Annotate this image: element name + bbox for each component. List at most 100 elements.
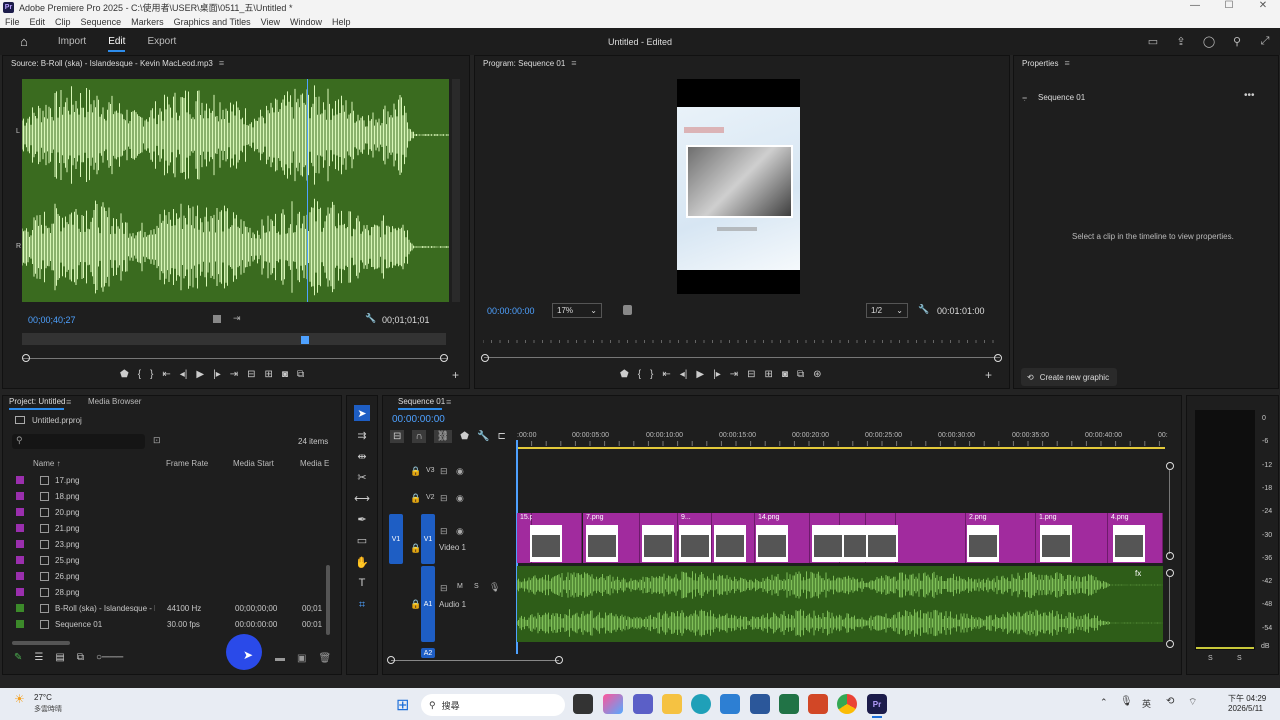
project-search-input[interactable] [12, 434, 145, 449]
step-forward-icon[interactable]: |▸ [713, 369, 721, 380]
task-view-icon[interactable] [573, 694, 593, 714]
properties-title[interactable]: Properties [1022, 59, 1058, 68]
ime-mode-icon[interactable]: ⟲ [1166, 696, 1174, 707]
panel-menu-icon[interactable]: ≡ [446, 397, 451, 407]
label-color-swatch[interactable] [16, 508, 24, 516]
compare-icon[interactable]: ⧉ [797, 369, 804, 380]
premiere-taskbar-icon[interactable]: Pr [867, 694, 887, 714]
label-color-swatch[interactable] [16, 476, 24, 484]
weather-temp[interactable]: 27°C [34, 693, 52, 702]
step-forward-icon[interactable]: |▸ [213, 369, 221, 380]
step-back-icon[interactable]: ◂| [680, 369, 688, 380]
windows-start-icon[interactable]: ⊞ [396, 695, 409, 715]
eye-icon[interactable]: ◉ [456, 466, 464, 477]
eye-icon[interactable]: ◉ [456, 526, 464, 537]
zoom-handle-right[interactable] [994, 354, 1002, 362]
tab-edit[interactable]: Edit [108, 36, 126, 52]
zoom-handle-left[interactable] [22, 354, 30, 362]
sync-icon[interactable]: ⊟ [440, 466, 448, 477]
minimize-button[interactable]: — [1178, 0, 1212, 11]
panel-menu-icon[interactable]: ≡ [571, 58, 576, 68]
play-icon[interactable]: ▶ [696, 369, 704, 380]
vscroll-handle-bottom[interactable] [1166, 552, 1174, 560]
timeline-ruler[interactable] [516, 427, 1165, 447]
new-item-icon[interactable]: ▣ [297, 653, 306, 664]
column-media-start[interactable]: Media Start [233, 459, 274, 468]
new-bin-icon[interactable]: ▬ [275, 653, 285, 664]
label-color-swatch[interactable] [16, 620, 24, 628]
source-vertical-zoom[interactable] [452, 79, 460, 302]
column-name[interactable]: Name ↑ [33, 459, 61, 468]
menu-edit[interactable]: Edit [25, 17, 51, 27]
hscroll-handle-left[interactable] [387, 656, 395, 664]
insert-button-icon[interactable]: ⊟ [247, 369, 255, 380]
goto-out-icon[interactable]: ⇥ [730, 369, 738, 380]
menu-view[interactable]: View [256, 17, 285, 27]
goto-out-icon[interactable]: ⇥ [230, 369, 238, 380]
column-media-end[interactable]: Media E [300, 459, 329, 468]
step-back-icon[interactable]: ◂| [180, 369, 188, 380]
maximize-button[interactable]: ☐ [1212, 0, 1246, 11]
clock-time[interactable]: 下午 04:29 [1228, 693, 1266, 704]
label-color-swatch[interactable] [16, 588, 24, 596]
lock-icon[interactable]: 🔒 [410, 466, 421, 477]
eye-icon[interactable]: ◉ [456, 493, 464, 504]
source-waveform[interactable] [21, 79, 449, 302]
label-color-swatch[interactable] [16, 540, 24, 548]
ripple-edit-icon[interactable]: ⇹ [354, 448, 370, 464]
lock-icon[interactable]: 🔒 [410, 599, 421, 610]
lock-icon[interactable]: 🔒 [410, 543, 421, 554]
sync-icon[interactable]: ⊟ [440, 583, 448, 594]
project-hscrollbar[interactable] [12, 641, 70, 645]
marker-icon[interactable] [623, 305, 632, 315]
microphone-icon[interactable]: 🎙 [1120, 696, 1133, 707]
panel-menu-icon[interactable]: ≡ [66, 397, 71, 407]
label-color-swatch[interactable] [16, 604, 24, 612]
close-button[interactable]: ✕ [1246, 0, 1280, 11]
source-zoom-bar[interactable] [23, 358, 448, 364]
list-item[interactable]: 18.png [16, 488, 334, 504]
insert-icon[interactable]: ⇥ [233, 313, 241, 324]
selection-tool-icon[interactable]: ➤ [354, 405, 370, 421]
lock-icon[interactable]: 🔒 [410, 493, 421, 504]
marker-icon[interactable]: ⬟ [620, 369, 629, 380]
timeline-clip[interactable] [896, 513, 966, 563]
resolution-dropdown[interactable]: 1/2 ⌄ [866, 303, 908, 318]
list-item[interactable]: 21.png [16, 520, 334, 536]
create-graphic-button[interactable]: ⟲ Create new graphic [1021, 368, 1117, 386]
zoom-handle-right[interactable] [440, 354, 448, 362]
audio-clip[interactable] [516, 566, 1163, 642]
source-title[interactable]: Source: B-Roll (ska) - Islandesque - Kev… [11, 59, 213, 68]
search-icon[interactable]: ⚲ [1230, 34, 1244, 48]
clock-date[interactable]: 2026/5/11 [1228, 704, 1263, 713]
solo-right[interactable]: S [1237, 655, 1242, 662]
mark-in-icon[interactable]: { [138, 369, 141, 380]
mute-button[interactable]: M [457, 583, 463, 590]
teams-icon[interactable] [633, 694, 653, 714]
home-icon[interactable]: ⌂ [20, 34, 28, 49]
hand-icon[interactable]: ✋ [354, 554, 370, 570]
mark-out-icon[interactable]: } [650, 369, 653, 380]
taskbar-search[interactable]: ⚲ 搜尋 [421, 694, 565, 716]
list-item[interactable]: 20.png [16, 504, 334, 520]
caption-icon[interactable]: ⌗ [354, 597, 370, 613]
file-explorer-icon[interactable] [662, 694, 682, 714]
powerpoint-icon[interactable] [808, 694, 828, 714]
pencil-icon[interactable]: ✎ [14, 652, 22, 663]
menu-sequence[interactable]: Sequence [76, 17, 127, 27]
microphone-icon[interactable]: 🎙 [489, 582, 500, 593]
more-options-icon[interactable]: ••• [1244, 90, 1255, 101]
trash-icon[interactable]: 🗑 [318, 653, 331, 664]
work-area-bar[interactable] [517, 447, 1165, 449]
settings-icon[interactable] [213, 315, 221, 323]
word-icon[interactable] [750, 694, 770, 714]
wrench-icon[interactable]: 🔧 [477, 431, 489, 442]
list-item[interactable]: 26.png [16, 568, 334, 584]
audio-vscroll[interactable] [1169, 577, 1170, 641]
goto-in-icon[interactable]: ⇤ [162, 369, 170, 380]
mark-in-icon[interactable]: { [638, 369, 641, 380]
rectangle-icon[interactable]: ▭ [354, 532, 370, 548]
camera-icon[interactable]: ◙ [782, 369, 788, 380]
timeline-hscroll[interactable] [391, 660, 559, 661]
pen-icon[interactable]: ✒ [354, 511, 370, 527]
